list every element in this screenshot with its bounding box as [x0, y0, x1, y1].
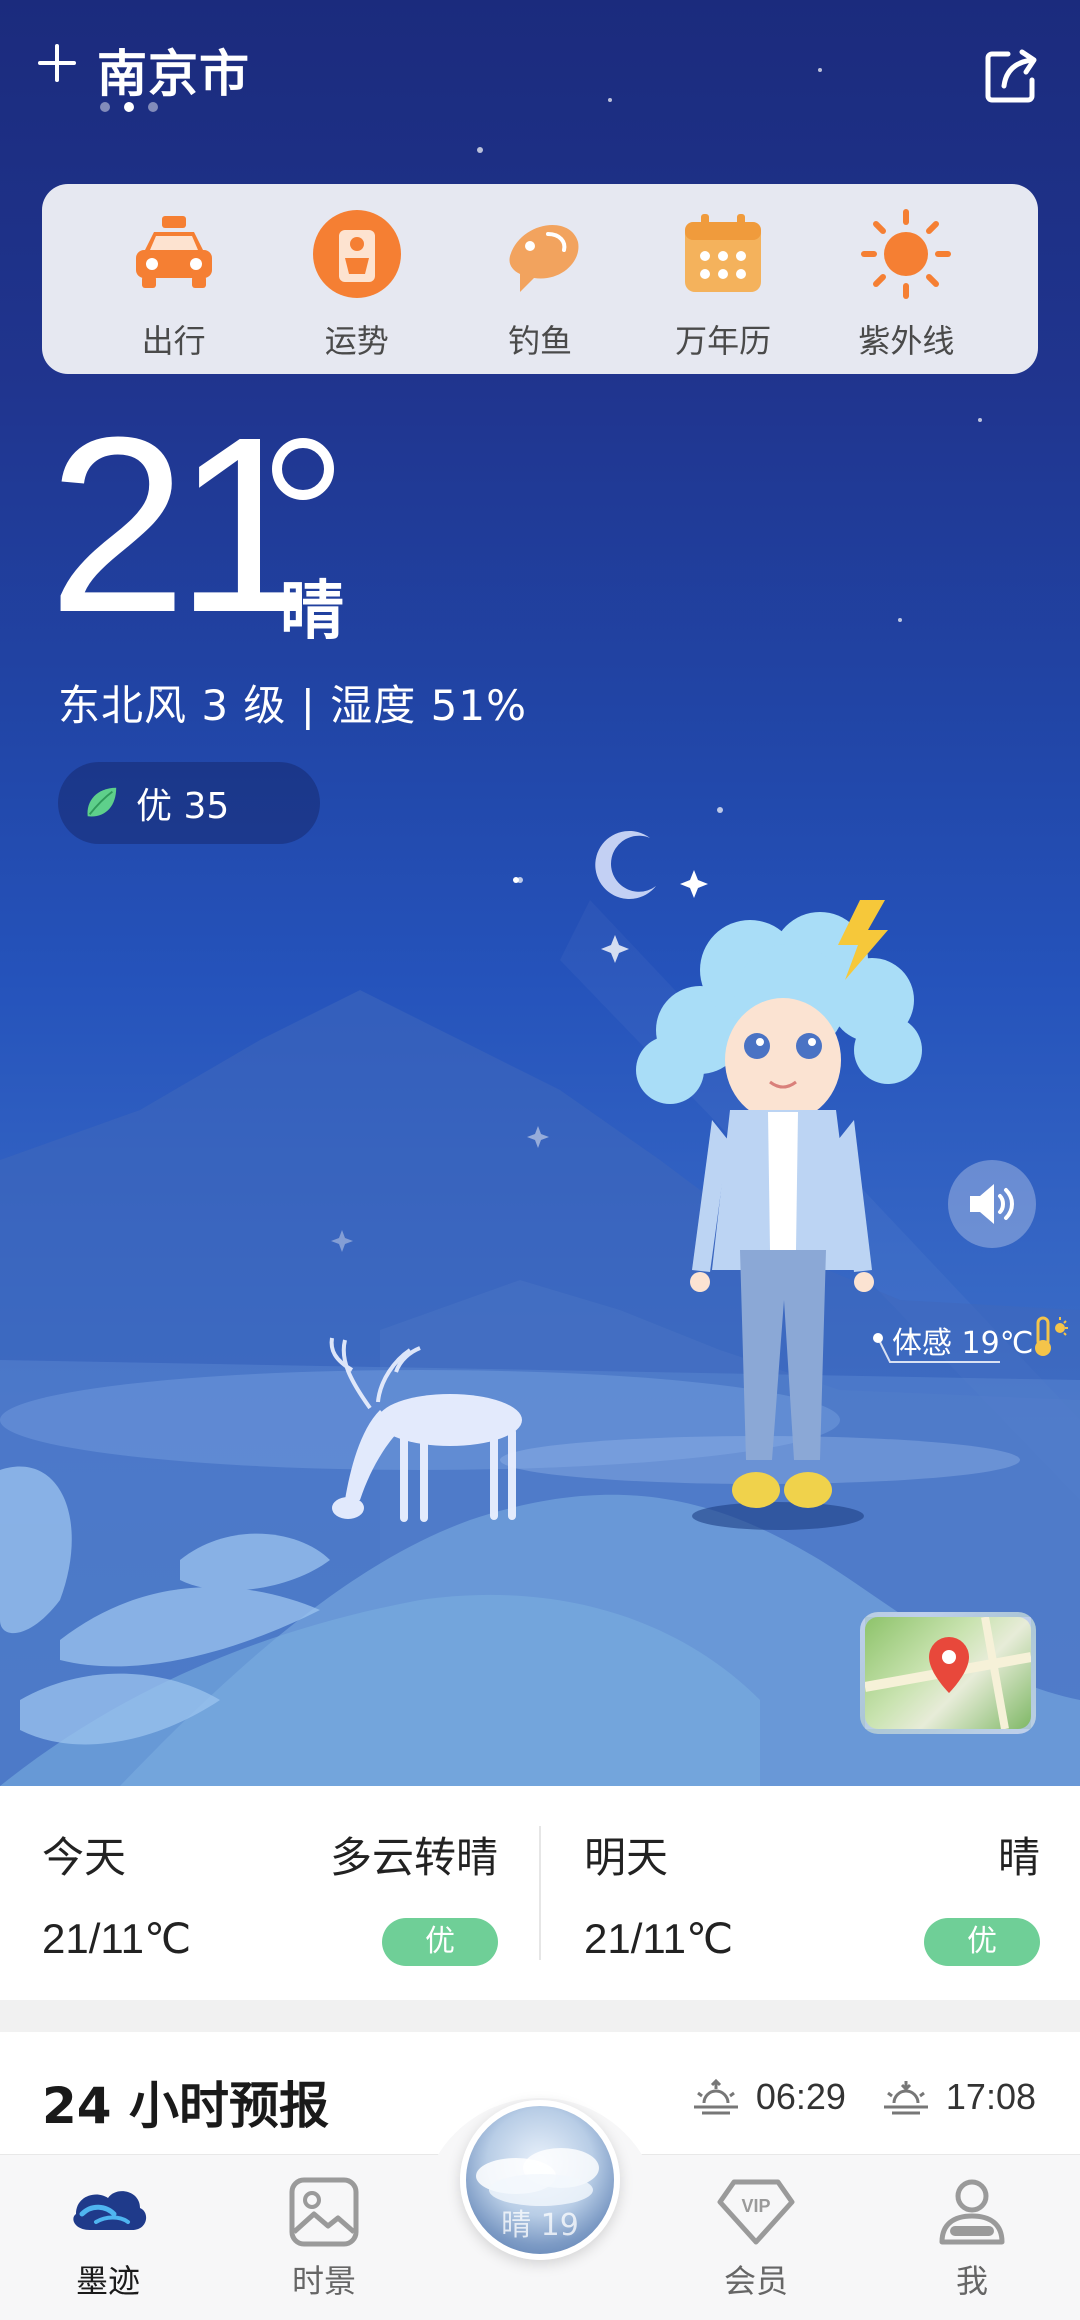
- nav-label: 墨迹: [75, 2262, 140, 2300]
- nav-item-vip[interactable]: VIP 会员: [676, 2174, 836, 2302]
- page-indicator: [100, 102, 158, 112]
- day-temp-range: 21/11℃: [584, 1915, 734, 1962]
- city-name[interactable]: 南京市: [97, 34, 250, 106]
- nav-label: 会员: [723, 2262, 788, 2300]
- day-card-tomorrow[interactable]: 明天 晴 21/11℃ 优: [584, 1786, 1040, 2000]
- day-condition: 晴: [997, 1833, 1040, 1882]
- leaf-icon: [87, 787, 117, 817]
- wind-humidity: 东北风 3 级 | 湿度 51%: [58, 681, 527, 730]
- sunrise-icon: [693, 2078, 738, 2115]
- divider: [539, 1826, 541, 1960]
- user-icon: [939, 2179, 1005, 2245]
- nav-center-label: 晴 19: [501, 2208, 579, 2243]
- quick-action-calendar[interactable]: 万年历: [648, 204, 798, 362]
- voice-broadcast-button[interactable]: [948, 1160, 1036, 1248]
- moji-logo-icon: [73, 2191, 147, 2230]
- fish-icon: [509, 225, 579, 292]
- nav-item-moji[interactable]: 墨迹: [28, 2174, 188, 2302]
- quick-actions-card: 出行 运势 钓鱼 万年历 紫外线: [42, 184, 1038, 374]
- day-name: 今天: [42, 1833, 127, 1882]
- nav-label: 我: [955, 2262, 988, 2300]
- speaker-icon: [970, 1184, 1014, 1224]
- vip-diamond-icon: VIP: [717, 2179, 795, 2245]
- quick-action-fishing[interactable]: 钓鱼: [465, 204, 615, 362]
- taxi-icon: [135, 216, 212, 288]
- quick-action-label: 钓鱼: [507, 322, 572, 360]
- page-dot: [148, 102, 158, 112]
- fortune-icon: [312, 210, 401, 298]
- calendar-icon: [685, 214, 762, 292]
- sunrise-time: 06:29: [755, 2076, 846, 2117]
- current-temperature: 21: [48, 385, 314, 664]
- sun-icon: [861, 209, 952, 299]
- nav-label: 时景: [291, 2262, 356, 2300]
- thermometer-icon: [1035, 1316, 1068, 1356]
- top-bar: 南京市: [0, 0, 1080, 130]
- quick-action-label: 出行: [141, 322, 206, 360]
- sunset-icon: [883, 2081, 928, 2115]
- quick-action-label: 紫外线: [858, 322, 955, 360]
- feels-like: 体感 19℃: [892, 1326, 1034, 1361]
- day-temp-range: 21/11℃: [42, 1915, 192, 1962]
- aqi-badge: 优: [382, 1918, 498, 1966]
- page-dot: [100, 102, 110, 112]
- day-name: 明天: [584, 1833, 669, 1882]
- quick-action-travel[interactable]: 出行: [99, 204, 249, 362]
- daily-summary: 今天 多云转晴 21/11℃ 优 明天 晴 21/11℃ 优: [0, 1786, 1080, 2000]
- quick-action-label: 万年历: [675, 322, 772, 360]
- degree-symbol: [272, 438, 334, 500]
- section-title: 24 小时预报: [42, 2077, 329, 2135]
- page-dot-active: [124, 102, 134, 112]
- nav-item-photos[interactable]: 时景: [244, 2174, 404, 2302]
- map-pin-icon: [865, 1617, 1031, 1729]
- current-condition: 晴: [280, 575, 344, 649]
- add-city-icon[interactable]: [38, 44, 76, 82]
- nav-center-weather-button[interactable]: 晴 19: [460, 2100, 620, 2260]
- section-gap: [0, 2000, 1080, 2032]
- sunset-time: 17:08: [945, 2076, 1036, 2117]
- share-icon[interactable]: [982, 46, 1042, 106]
- aqi-value: 优 35: [136, 786, 230, 827]
- quick-action-uv[interactable]: 紫外线: [831, 204, 981, 362]
- aqi-pill[interactable]: 优 35: [58, 762, 320, 844]
- svg-text:VIP: VIP: [741, 2196, 770, 2216]
- aqi-badge: 优: [924, 1918, 1040, 1966]
- quick-action-fortune[interactable]: 运势: [282, 204, 432, 362]
- picture-icon: [289, 2177, 359, 2247]
- nav-item-me[interactable]: 我: [892, 2174, 1052, 2302]
- day-condition: 多云转晴: [329, 1833, 498, 1882]
- sun-times: 06:29 17:08: [690, 2076, 1036, 2118]
- quick-action-label: 运势: [324, 322, 389, 360]
- weather-hero: 南京市 出行 运势 钓鱼 万年历 紫外线 21 晴 东北风 3 级 | 湿度 5…: [0, 0, 1080, 1786]
- day-card-today[interactable]: 今天 多云转晴 21/11℃ 优: [42, 1786, 498, 2000]
- weather-map-button[interactable]: [860, 1612, 1036, 1734]
